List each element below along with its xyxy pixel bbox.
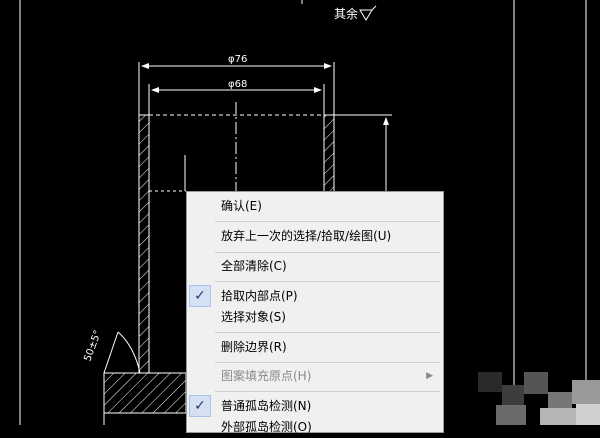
watermark-pixel-block [540, 408, 576, 425]
roughness-symbol-icon [359, 5, 377, 21]
menu-separator [215, 221, 440, 222]
menu-item-outer-island-detection[interactable]: 外部孤岛检测(O) [189, 417, 441, 438]
menu-separator [215, 332, 440, 333]
dim-text-inner: φ68 [228, 79, 247, 90]
menu-item-label: 删除边界(R) [221, 340, 287, 354]
menu-separator [215, 252, 440, 253]
menu-separator [215, 391, 440, 392]
menu-item-pick-internal-point[interactable]: 拾取内部点(P) [189, 286, 441, 307]
dim-text-outer: φ76 [228, 54, 247, 65]
menu-item-remove-boundary[interactable]: 删除边界(R) [189, 337, 441, 358]
menu-item-select-objects[interactable]: 选择对象(S) [189, 307, 441, 328]
menu-item-confirm[interactable]: 确认(E) [189, 196, 441, 217]
surface-finish-label: 其余 [334, 6, 358, 21]
menu-item-label: 普通孤岛检测(N) [221, 399, 312, 413]
menu-item-label: 图案填充原点(H) [221, 369, 312, 383]
part-wall-left [138, 114, 150, 374]
angle-ext-line [103, 331, 119, 374]
watermark-pixel-block [524, 372, 548, 394]
angle-arc [117, 331, 141, 374]
submenu-arrow-icon: ▶ [426, 371, 433, 381]
menu-item-label: 放弃上一次的选择/拾取/绘图(U) [221, 229, 392, 243]
menu-item-undo-last[interactable]: 放弃上一次的选择/拾取/绘图(U) [189, 226, 441, 247]
menu-item-label: 拾取内部点(P) [221, 289, 298, 303]
watermark-pixel-block [478, 372, 502, 392]
menu-item-label: 外部孤岛检测(O) [221, 420, 312, 434]
menu-separator [215, 281, 440, 282]
menu-item-label: 全部清除(C) [221, 259, 287, 273]
menu-item-clear-all[interactable]: 全部清除(C) [189, 256, 441, 277]
menu-item-normal-island-detection[interactable]: 普通孤岛检测(N) [189, 396, 441, 417]
base-left-hatch [103, 372, 187, 414]
menu-separator [215, 362, 440, 363]
context-menu: 确认(E) 放弃上一次的选择/拾取/绘图(U) 全部清除(C) ✓ 拾取内部点(… [186, 191, 444, 434]
watermark-pixel-block [572, 380, 600, 404]
menu-item-label: 选择对象(S) [221, 310, 286, 324]
watermark-pixel-block [496, 405, 526, 425]
menu-item-label: 确认(E) [221, 199, 262, 213]
watermark-pixel-block [576, 404, 600, 425]
menu-item-hatch-origin: 图案填充原点(H) ▶ [189, 366, 441, 387]
angle-dim-text: 50±5° [82, 329, 103, 363]
watermark-pixel-block [502, 385, 524, 405]
